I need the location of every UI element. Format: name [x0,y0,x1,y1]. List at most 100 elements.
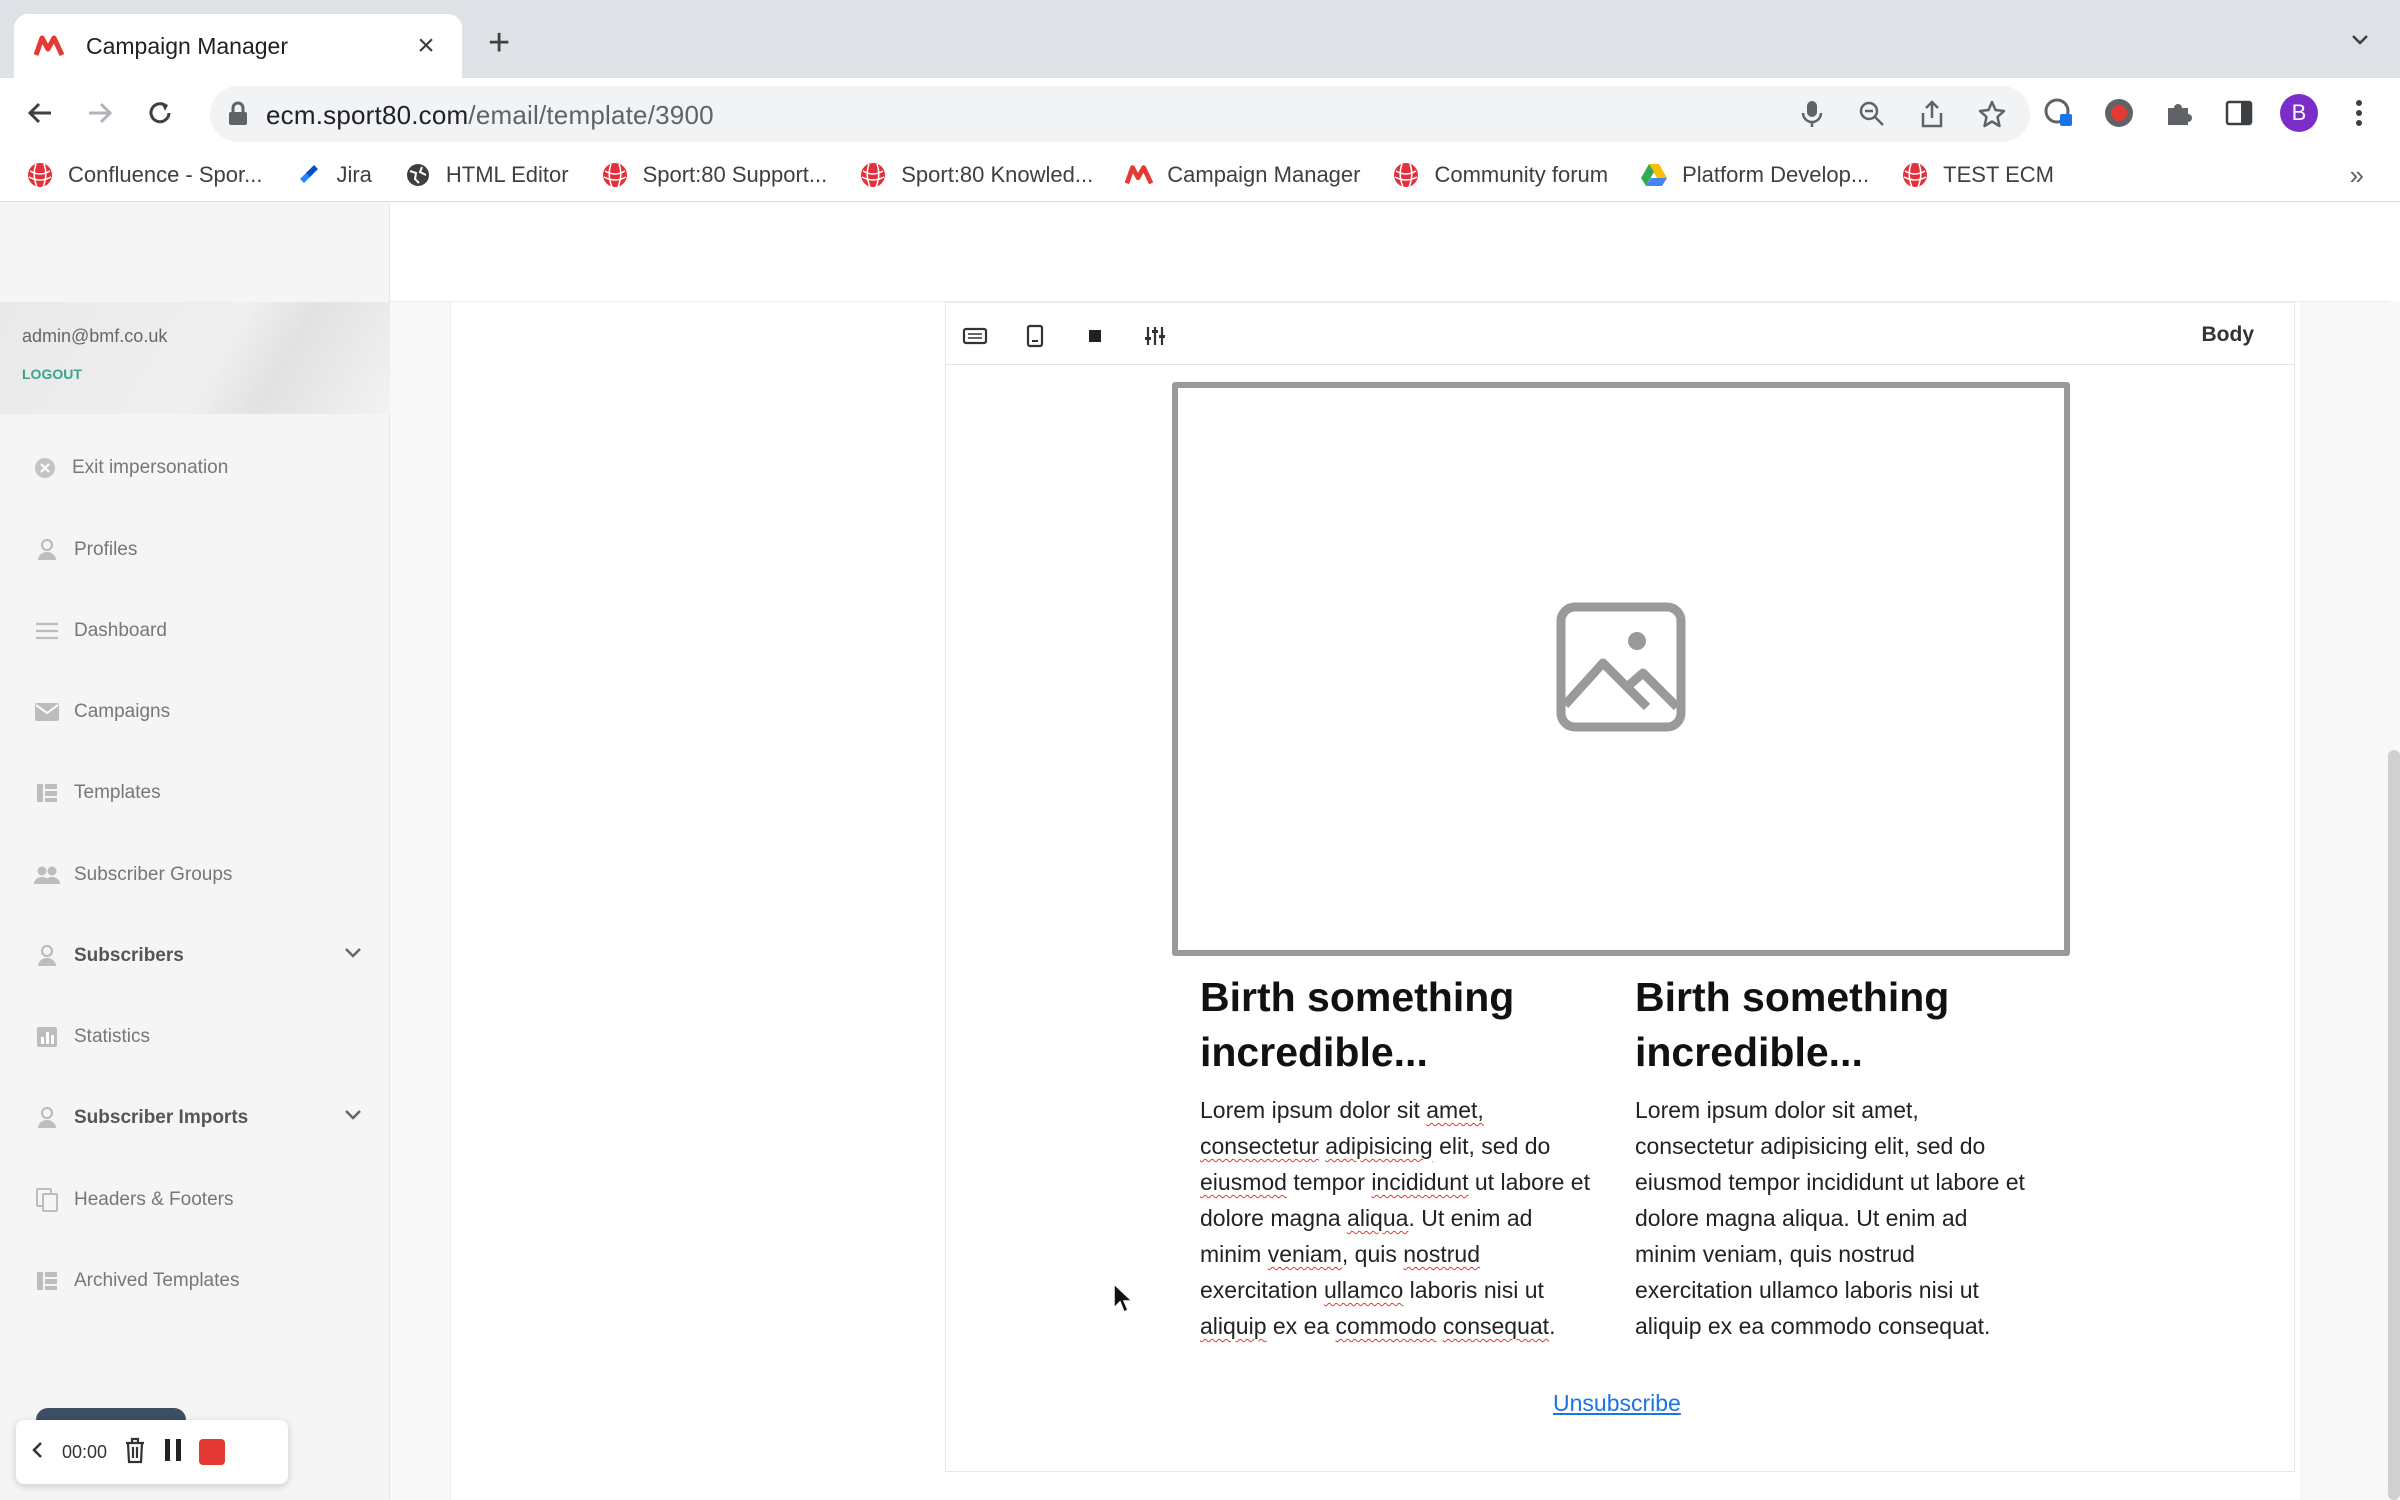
google-drive-icon [1640,161,1668,189]
browser-tab[interactable]: Campaign Manager × [14,14,462,78]
reload-icon[interactable] [140,93,180,133]
bookmark-label: Campaign Manager [1167,161,1361,187]
sidebar-item-archived-templates[interactable]: Archived Templates [32,1266,362,1296]
bookmark-label: Sport:80 Support... [642,161,828,187]
app-sidebar: admin@bmf.co.uk LOGOUT Exit impersonatio… [0,202,390,1500]
sidebar-item-label: Archived Templates [74,1270,240,1291]
tab-close-icon[interactable]: × [410,31,442,61]
new-tab-button[interactable]: + [488,24,510,62]
text-column-left[interactable]: Birth something incredible... Lorem ipsu… [1200,970,1600,1344]
chevron-down-icon[interactable] [344,1105,362,1127]
share-icon[interactable] [1914,96,1950,132]
sidebar-item-dashboard[interactable]: Dashboard [32,616,362,646]
campaign-manager-logo-icon [34,35,64,57]
column-heading: Birth something incredible... [1200,974,1515,1075]
text-column-right[interactable]: Birth something incredible... Lorem ipsu… [1635,970,2035,1344]
bookmark-item[interactable]: Campaign Manager [1125,161,1360,189]
trash-icon[interactable] [123,1436,147,1469]
unsubscribe-link[interactable]: Unsubscribe [1553,1390,1681,1417]
stop-record-button[interactable] [199,1439,226,1465]
bookmark-item[interactable]: Confluence - Spor... [26,161,262,189]
text-segment: ex ea [1266,1313,1336,1339]
page-scrollbar[interactable] [2388,750,2400,1500]
sidebar-item-label: Subscribers [74,945,184,966]
sidebar-item-label: Profiles [74,539,138,560]
zoom-icon[interactable] [1854,96,1890,132]
text-segment: , quis [1341,1241,1404,1267]
url-text: ecm.sport80.com/email/template/3900 [266,100,714,131]
bookmark-star-icon[interactable] [1974,96,2010,132]
sidebar-item-subscriber-imports[interactable]: Subscriber Imports [32,1103,362,1133]
record-extension-icon[interactable] [2100,94,2138,132]
mobile-view-icon[interactable] [1020,321,1050,351]
pause-icon[interactable] [163,1437,183,1468]
spellcheck-word: nostrud [1403,1241,1480,1267]
sidebar-item-exit-impersonation[interactable]: Exit impersonation [30,453,360,483]
bookmark-label: TEST ECM [1943,161,2054,187]
copy-icon [32,1185,62,1215]
bookmark-label: HTML Editor [445,161,569,187]
globe-icon [404,161,432,189]
microphone-icon[interactable] [1794,96,1830,132]
desktop-view-icon[interactable] [960,321,990,351]
logout-link[interactable]: LOGOUT [22,366,82,382]
bookmarks-overflow-icon[interactable]: » [2350,160,2364,191]
profile-avatar[interactable]: B [2280,94,2318,132]
sidebar-item-headers-footers[interactable]: Headers & Footers [32,1185,362,1215]
image-placeholder[interactable] [1172,382,2070,956]
spellcheck-word: incididunt [1371,1169,1469,1195]
user-panel: admin@bmf.co.uk LOGOUT [0,302,390,414]
bookmark-item[interactable]: HTML Editor [404,161,569,189]
bookmark-item[interactable]: Sport:80 Knowled... [859,161,1093,189]
side-panel-icon[interactable] [2220,94,2258,132]
person-icon [32,1103,62,1133]
bookmark-item[interactable]: Sport:80 Support... [601,161,828,189]
password-extension-icon[interactable] [2040,94,2078,132]
column-body: Lorem ipsum dolor sit amet, consectetur … [1200,1092,1600,1344]
bar-chart-icon [32,1022,62,1052]
browser-tab-strip: Campaign Manager × + [0,0,2400,78]
puzzle-extensions-icon[interactable] [2160,94,2198,132]
address-bar[interactable]: ecm.sport80.com/email/template/3900 [210,86,2030,142]
editor-toolbar: Body [946,303,2294,365]
back-arrow-icon[interactable] [20,93,60,133]
sidebar-item-label: Templates [74,782,161,803]
sport80-globe-icon [1901,161,1929,189]
block-square-icon[interactable] [1080,321,1110,351]
spellcheck-word: ullamco [1324,1277,1404,1303]
bookmark-item[interactable]: Jira [294,161,372,189]
sidebar-item-statistics[interactable]: Statistics [32,1022,362,1052]
kebab-menu-icon[interactable] [2340,94,2378,132]
sidebar-item-label: Campaigns [74,701,171,722]
sidebar-item-label: Subscriber Imports [74,1107,249,1128]
grid-icon [32,1266,62,1296]
url-path: /email/template/3900 [468,100,714,130]
chevron-down-icon[interactable] [344,943,362,965]
bookmark-item[interactable]: Platform Develop... [1640,161,1869,189]
spellcheck-word: aliqua [1347,1205,1409,1231]
image-placeholder-icon [1555,601,1687,738]
spellcheck-word: eiusmod [1200,1169,1287,1195]
sidebar-item-subscriber-groups[interactable]: Subscriber Groups [32,860,362,890]
settings-sliders-icon[interactable] [1140,321,1170,351]
user-email: admin@bmf.co.uk [22,326,168,346]
sidebar-item-campaigns[interactable]: Campaigns [32,697,362,727]
spellcheck-word: adipisicing [1325,1133,1433,1159]
spellcheck-word: aliquip [1200,1313,1267,1339]
bookmark-label: Platform Develop... [1682,161,1870,187]
menu-lines-icon [32,616,62,646]
bookmarks-bar: Confluence - Spor... Jira HTML Editor Sport… [0,148,2400,202]
sidebar-item-subscribers[interactable]: Subscribers [32,941,362,971]
sport80-globe-icon [26,161,54,189]
sidebar-item-templates[interactable]: Templates [32,778,362,808]
sidebar-item-label: Dashboard [74,620,167,641]
bookmark-item[interactable]: Community forum [1392,161,1608,189]
collapse-chevron-icon[interactable] [30,1440,46,1465]
sport80-globe-icon [1392,161,1420,189]
tab-search-chevron-icon[interactable] [2350,30,2370,50]
bookmark-item[interactable]: TEST ECM [1901,161,2054,189]
forward-arrow-icon[interactable] [80,93,120,133]
lock-icon[interactable] [226,101,250,132]
sidebar-item-profiles[interactable]: Profiles [32,535,362,565]
sidebar-item-label: Headers & Footers [74,1189,234,1210]
